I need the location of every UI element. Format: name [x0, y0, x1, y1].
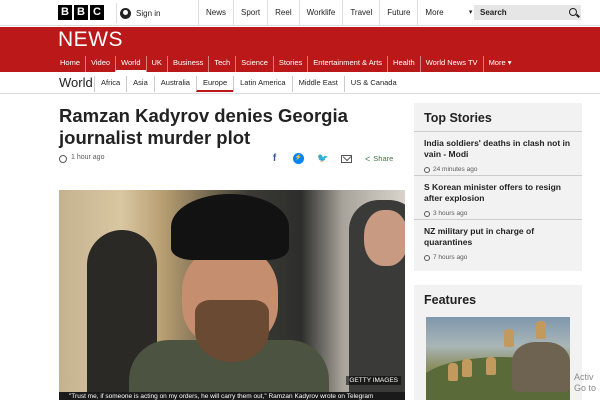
global-nav-news[interactable]: News: [198, 0, 233, 26]
chevron-down-icon: ▾: [507, 58, 512, 67]
article-meta: 1 hour ago f ⚡ 🐦 < Share: [59, 153, 405, 167]
email-icon[interactable]: [341, 154, 352, 163]
top-story-item[interactable]: S Korean minister offers to resign after…: [414, 175, 582, 217]
global-nav: News Sport Reel Worklife Travel Future M…: [198, 0, 479, 26]
global-nav-more[interactable]: More: [417, 0, 479, 26]
subnav-africa[interactable]: Africa: [94, 76, 126, 92]
windows-activation-watermark: Activ Go to: [574, 372, 596, 394]
cheetah-cub: [448, 363, 458, 381]
twitter-icon[interactable]: 🐦: [317, 153, 328, 164]
news-nav-more-label: More: [488, 58, 506, 67]
top-story-item[interactable]: India soldiers' deaths in clash not in v…: [414, 131, 582, 173]
section-bar: World Africa Asia Australia Europe Latin…: [0, 72, 600, 94]
share-label: Share: [373, 154, 394, 163]
search-icon[interactable]: [569, 8, 577, 16]
subnav-asia[interactable]: Asia: [126, 76, 154, 92]
share-tools: f ⚡ 🐦 < Share: [269, 153, 393, 164]
top-story-time: 24 minutes ago: [424, 166, 574, 173]
news-nav-world-news-tv[interactable]: World News TV: [419, 56, 483, 72]
watermark-line: Activ: [574, 372, 594, 382]
top-story-title[interactable]: NZ military put in charge of quarantines: [424, 226, 574, 248]
top-story-time-label: 7 hours ago: [433, 254, 468, 261]
top-stories-panel: Top Stories India soldiers' deaths in cl…: [414, 103, 582, 271]
user-icon: [120, 7, 131, 19]
article-timestamp: 1 hour ago: [71, 154, 105, 161]
share-button[interactable]: < Share: [365, 154, 393, 164]
section-title[interactable]: World: [59, 75, 93, 90]
top-story-time-label: 3 hours ago: [433, 210, 468, 217]
news-nav-health[interactable]: Health: [387, 56, 420, 72]
news-nav-uk[interactable]: UK: [145, 56, 167, 72]
share-icon: <: [365, 153, 371, 164]
subnav-middle-east[interactable]: Middle East: [291, 76, 344, 92]
top-story-time-label: 24 minutes ago: [433, 166, 478, 173]
messenger-icon[interactable]: ⚡: [293, 153, 304, 164]
top-story-title[interactable]: India soldiers' deaths in clash not in v…: [424, 138, 574, 160]
top-stories-title: Top Stories: [424, 111, 492, 125]
clock-icon: [59, 155, 67, 163]
article-headline: Ramzan Kadyrov denies Georgia journalist…: [59, 105, 348, 148]
bbc-logo[interactable]: B B C: [58, 5, 104, 20]
news-nav-business[interactable]: Business: [166, 56, 208, 72]
search-placeholder: Search: [480, 8, 507, 17]
news-nav-video[interactable]: Video: [85, 56, 115, 72]
cheetah-cub: [536, 321, 546, 339]
cheetah-cub: [504, 329, 514, 347]
clock-icon: [424, 210, 430, 217]
signin-label: Sign in: [136, 8, 161, 18]
news-nav-tech[interactable]: Tech: [208, 56, 235, 72]
global-nav-worklife[interactable]: Worklife: [298, 0, 343, 26]
features-title: Features: [424, 293, 477, 307]
news-nav-stories[interactable]: Stories: [272, 56, 307, 72]
news-nav: Home Video World UK Business Tech Scienc…: [58, 56, 517, 72]
global-nav-travel[interactable]: Travel: [342, 0, 379, 26]
article-hero-image: GETTY IMAGES: [59, 190, 405, 400]
subnav-latin-america[interactable]: Latin America: [233, 76, 291, 92]
clock-icon: [424, 254, 430, 261]
news-logo[interactable]: NEWS: [58, 28, 123, 52]
global-header: B B C Sign in News Sport Reel Worklife T…: [0, 0, 600, 26]
image-credit: GETTY IMAGES: [346, 376, 401, 385]
logo-letter: B: [58, 5, 72, 20]
top-story-time: 7 hours ago: [424, 254, 574, 261]
news-nav-entertainment[interactable]: Entertainment & Arts: [307, 56, 387, 72]
global-nav-reel[interactable]: Reel: [267, 0, 298, 26]
subnav-us-canada[interactable]: US & Canada: [343, 76, 403, 92]
cheetah-cub: [462, 359, 472, 377]
subnav-australia[interactable]: Australia: [153, 76, 196, 92]
clock-icon: [424, 166, 430, 173]
subject-beard: [195, 300, 269, 362]
logo-letter: B: [74, 5, 88, 20]
feature-image-cheetah-cubs[interactable]: [426, 317, 570, 400]
news-nav-world[interactable]: World: [115, 56, 146, 72]
global-nav-future[interactable]: Future: [379, 0, 417, 26]
logo-letter: C: [90, 5, 104, 20]
watermark-line: Go to: [574, 383, 597, 393]
signin-link[interactable]: Sign in: [116, 3, 160, 23]
image-caption: "Trust me, if someone is acting on my or…: [59, 392, 405, 400]
top-story-time: 3 hours ago: [424, 210, 574, 217]
search-input[interactable]: Search: [474, 5, 581, 20]
background-face: [364, 210, 405, 266]
global-nav-sport[interactable]: Sport: [233, 0, 267, 26]
news-nav-home[interactable]: Home: [58, 56, 85, 72]
facebook-icon[interactable]: f: [269, 153, 280, 164]
top-story-title[interactable]: S Korean minister offers to resign after…: [424, 182, 574, 204]
news-header: NEWS Home Video World UK Business Tech S…: [0, 27, 600, 72]
top-story-item[interactable]: NZ military put in charge of quarantines…: [414, 219, 582, 261]
cheetah-cub: [486, 357, 496, 375]
news-nav-science[interactable]: Science: [235, 56, 273, 72]
feature-image-rock: [512, 342, 570, 392]
section-subnav: Africa Asia Australia Europe Latin Ameri…: [94, 76, 403, 92]
news-nav-more[interactable]: More ▾: [482, 56, 517, 72]
subject-hat: [171, 194, 289, 260]
subnav-europe[interactable]: Europe: [195, 76, 234, 92]
features-panel: Features: [414, 285, 582, 400]
